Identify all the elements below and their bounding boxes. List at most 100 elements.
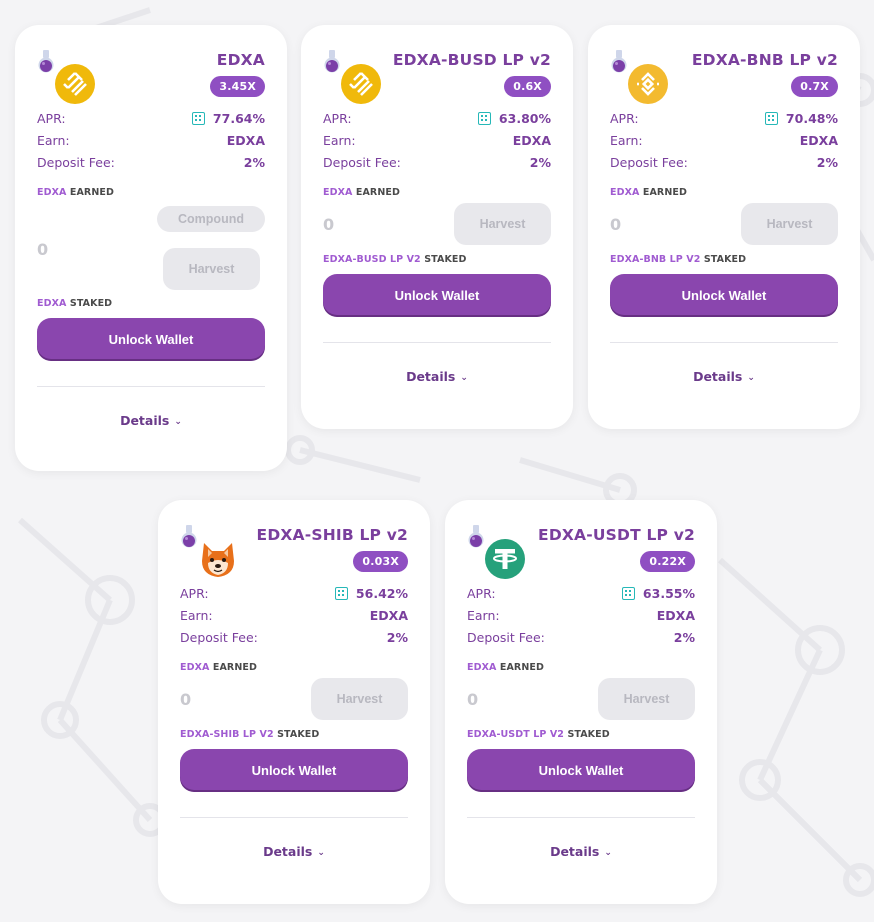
apr-label: APR: — [467, 585, 496, 601]
staked-label: EDXA-SHIB LP V2 STAKED — [180, 729, 320, 740]
calculator-icon[interactable] — [621, 586, 635, 600]
divider — [323, 342, 551, 343]
unlock-wallet-button[interactable]: Unlock Wallet — [610, 274, 838, 317]
card-header: EDXA-BUSD LP v2 0.6X — [323, 25, 551, 107]
deposit-fee-label: Deposit Fee: — [180, 629, 258, 645]
deposit-fee-value: 2% — [673, 629, 695, 645]
calculator-icon[interactable] — [764, 111, 778, 125]
unlock-wallet-button[interactable]: Unlock Wallet — [323, 274, 551, 317]
chevron-down-icon: ⌄ — [460, 372, 468, 383]
flask-icon — [468, 525, 484, 548]
compound-button[interactable]: Compound — [157, 206, 265, 232]
apr-value: 56.42% — [355, 585, 408, 601]
earn-row: Earn: EDXA — [37, 129, 265, 151]
earn-row: Earn: EDXA — [610, 129, 838, 151]
usdt-icon — [485, 539, 525, 579]
calculator-icon[interactable] — [191, 111, 205, 125]
busd-icon — [55, 64, 95, 104]
earned-amount: 0 — [610, 214, 622, 234]
bnb-icon — [628, 64, 668, 104]
earn-value: EDXA — [799, 132, 838, 148]
harvest-button[interactable]: Harvest — [454, 203, 551, 245]
apr-row: APR: 77.64% — [37, 107, 265, 129]
harvest-button[interactable]: Harvest — [598, 678, 695, 720]
harvest-button[interactable]: Harvest — [163, 248, 260, 290]
farm-card-edxa-shib: EDXA-SHIB LP v2 0.03X APR: 56.42% Earn: … — [158, 500, 430, 904]
deposit-fee-label: Deposit Fee: — [37, 154, 115, 170]
chevron-down-icon: ⌄ — [317, 847, 325, 858]
deposit-fee-label: Deposit Fee: — [323, 154, 401, 170]
divider — [180, 817, 408, 818]
apr-label: APR: — [323, 110, 352, 126]
earned-section: 0 Harvest — [323, 202, 551, 246]
farm-card-edxa-bnb: EDXA-BNB LP v2 0.7X APR: 70.48% Earn: ED… — [588, 25, 860, 429]
earned-amount: 0 — [37, 240, 49, 259]
divider — [467, 817, 695, 818]
staked-label: EDXA-BNB LP V2 STAKED — [610, 254, 747, 265]
calculator-icon[interactable] — [334, 586, 348, 600]
earned-label: EDXA EARNED — [37, 187, 114, 198]
multiplier-badge: 0.7X — [791, 76, 838, 97]
earn-row: Earn: EDXA — [180, 604, 408, 626]
card-header: EDXA-BNB LP v2 0.7X — [610, 25, 838, 107]
unlock-wallet-button[interactable]: Unlock Wallet — [180, 749, 408, 792]
earned-section: 0 Harvest — [610, 202, 838, 246]
calculator-icon[interactable] — [477, 111, 491, 125]
deposit-fee-row: Deposit Fee: 2% — [180, 626, 408, 648]
deposit-fee-value: 2% — [386, 629, 408, 645]
apr-label: APR: — [180, 585, 209, 601]
unlock-wallet-button[interactable]: Unlock Wallet — [37, 318, 265, 361]
staked-label: EDXA-BUSD LP V2 STAKED — [323, 254, 467, 265]
farm-name: EDXA-USDT LP v2 — [538, 526, 695, 544]
farm-name: EDXA-BNB LP v2 — [691, 51, 838, 69]
flask-icon — [611, 50, 627, 73]
earned-section: Compound 0 Harvest — [37, 198, 265, 298]
deposit-fee-label: Deposit Fee: — [467, 629, 545, 645]
earn-label: Earn: — [467, 607, 500, 623]
apr-label: APR: — [37, 110, 66, 126]
earn-label: Earn: — [610, 132, 643, 148]
flask-icon — [181, 525, 197, 548]
earned-amount: 0 — [467, 689, 479, 709]
earn-value: EDXA — [656, 607, 695, 623]
details-toggle[interactable]: Details ⌄ — [37, 413, 265, 428]
deposit-fee-row: Deposit Fee: 2% — [37, 151, 265, 173]
deposit-fee-row: Deposit Fee: 2% — [467, 626, 695, 648]
apr-row: APR: 63.55% — [467, 582, 695, 604]
flask-icon — [38, 50, 54, 73]
earned-label: EDXA EARNED — [323, 187, 400, 198]
farm-name: EDXA-SHIB LP v2 — [256, 526, 408, 544]
chevron-down-icon: ⌄ — [747, 372, 755, 383]
chevron-down-icon: ⌄ — [174, 416, 182, 427]
divider — [610, 342, 838, 343]
earned-section: 0 Harvest — [467, 677, 695, 721]
details-toggle[interactable]: Details ⌄ — [180, 844, 408, 859]
earned-label: EDXA EARNED — [180, 662, 257, 673]
apr-row: APR: 56.42% — [180, 582, 408, 604]
staked-label: EDXA STAKED — [37, 298, 113, 309]
deposit-fee-value: 2% — [529, 154, 551, 170]
flask-icon — [324, 50, 340, 73]
apr-row: APR: 63.80% — [323, 107, 551, 129]
farm-name: EDXA — [216, 51, 265, 69]
apr-label: APR: — [610, 110, 639, 126]
chevron-down-icon: ⌄ — [604, 847, 612, 858]
details-toggle[interactable]: Details ⌄ — [467, 844, 695, 859]
unlock-wallet-button[interactable]: Unlock Wallet — [467, 749, 695, 792]
earned-label: EDXA EARNED — [610, 187, 687, 198]
apr-value: 63.55% — [642, 585, 695, 601]
multiplier-badge: 0.6X — [504, 76, 551, 97]
details-toggle[interactable]: Details ⌄ — [323, 369, 551, 384]
multiplier-badge: 0.03X — [353, 551, 408, 572]
earned-amount: 0 — [180, 689, 192, 709]
earn-row: Earn: EDXA — [467, 604, 695, 626]
apr-row: APR: 70.48% — [610, 107, 838, 129]
staked-label: EDXA-USDT LP V2 STAKED — [467, 729, 610, 740]
earn-label: Earn: — [180, 607, 213, 623]
harvest-button[interactable]: Harvest — [311, 678, 408, 720]
harvest-button[interactable]: Harvest — [741, 203, 838, 245]
details-toggle[interactable]: Details ⌄ — [610, 369, 838, 384]
earn-value: EDXA — [369, 607, 408, 623]
earn-label: Earn: — [37, 132, 70, 148]
multiplier-badge: 0.22X — [640, 551, 695, 572]
